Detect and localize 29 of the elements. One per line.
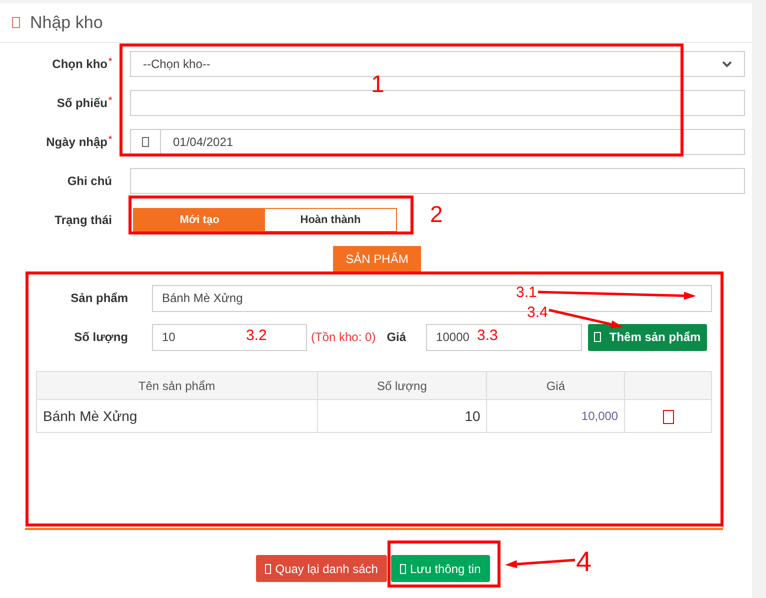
field-label: Sản phẩm <box>70 290 128 307</box>
column-header: Giá <box>486 372 625 400</box>
annotation-label: 3.2 <box>246 328 267 343</box>
column-header: Tên sản phẩm <box>36 372 318 400</box>
annotation-label: 2 <box>430 203 443 226</box>
table-cell: Bánh Mè Xửng <box>36 400 318 432</box>
annotation-label: 3.3 <box>477 328 498 343</box>
annotation-arrow <box>505 558 576 568</box>
field-label: Trạng thái <box>54 212 112 229</box>
field-label: Số phiếu* <box>56 94 112 112</box>
page-title: Nhập kho <box>30 12 103 34</box>
chevron-down-icon <box>722 60 732 68</box>
field-label: Giá <box>386 329 406 346</box>
field-label: Ghi chú <box>66 173 112 190</box>
column-header: Số lượng <box>317 372 487 400</box>
table-cell: 10 <box>317 400 487 432</box>
add-product-button[interactable]: Thêm sản phẩm <box>588 324 708 350</box>
input-field[interactable] <box>130 168 745 194</box>
field-label: Ngày nhập* <box>45 133 112 151</box>
stock-note: (Tồn kho: 0) <box>311 329 376 346</box>
field-label: Số lượng <box>73 329 128 346</box>
input-field[interactable] <box>130 90 745 116</box>
field-label: Chọn kho* <box>51 55 112 73</box>
back-button[interactable]: Quay lại danh sách <box>256 555 387 582</box>
date-field[interactable]: 01/04/2021 <box>130 129 745 155</box>
warehouse-select[interactable]: --Chọn kho-- <box>130 51 745 77</box>
annotation-label: 3.1 <box>516 285 537 300</box>
annotation-label: 4 <box>576 548 592 576</box>
table-cell: 10,000 <box>486 400 625 432</box>
